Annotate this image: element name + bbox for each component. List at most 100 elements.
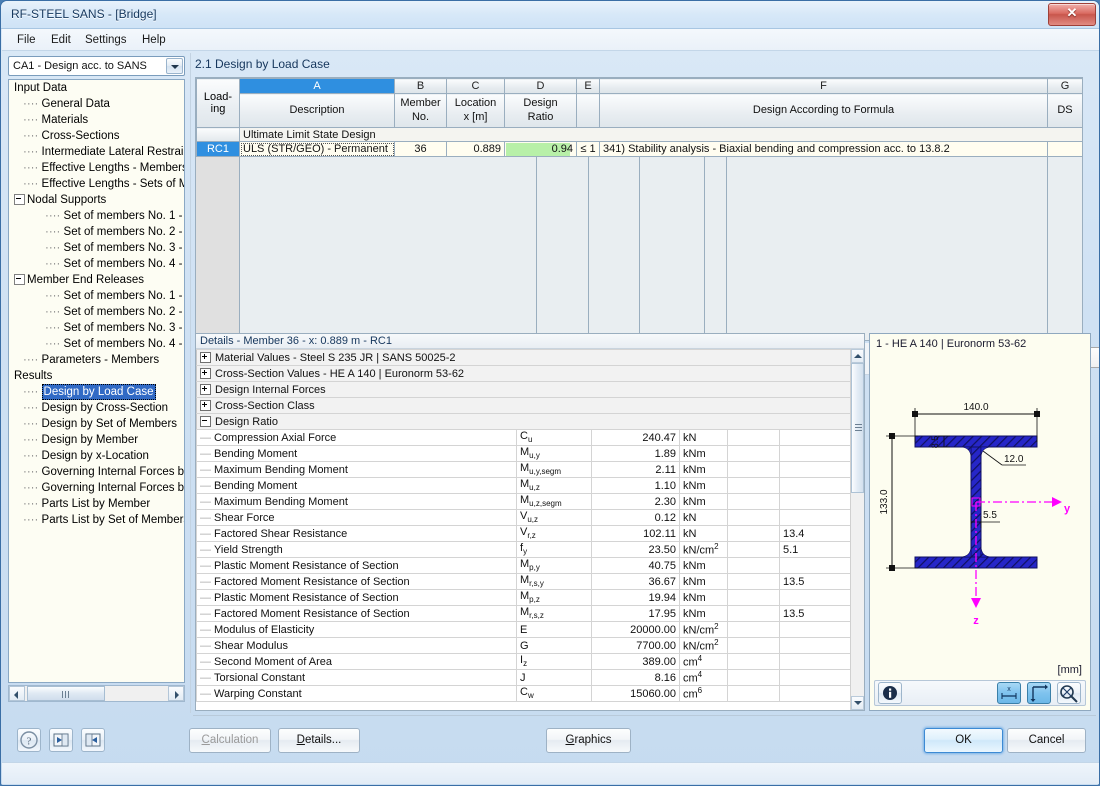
details-row[interactable]: — Plastic Moment Resistance of Section Mp,… bbox=[196, 589, 851, 606]
tree-item-effective-lengths-members[interactable]: ···· Effective Lengths - Members bbox=[9, 160, 184, 176]
row-member-no[interactable]: 36 bbox=[394, 141, 447, 157]
menu-edit[interactable]: Edit bbox=[44, 32, 78, 49]
ok-button[interactable]: OK bbox=[924, 728, 1003, 753]
show-dimensions-x-button[interactable]: x bbox=[997, 682, 1021, 704]
tree-item-set-of-members-no-1-upp[interactable]: ···· Set of members No. 1 - Upp bbox=[9, 288, 184, 304]
tree-item-parts-list-by-set-of-members[interactable]: ···· Parts List by Set of Members bbox=[9, 512, 184, 528]
scroll-right-arrow-icon[interactable] bbox=[168, 686, 184, 701]
row-check[interactable]: ≤ 1 bbox=[576, 141, 600, 157]
grid-corner-header[interactable]: Load- ing bbox=[196, 78, 240, 128]
tree-item-nodal-supports[interactable]: Nodal Supports bbox=[9, 192, 184, 208]
details-row[interactable]: — Maximum Bending Moment Mu,y,segm 2.11 kNm bbox=[196, 461, 851, 478]
tree-item-governing-internal-forces-by-s[interactable]: ···· Governing Internal Forces by S bbox=[9, 480, 184, 496]
help-button[interactable]: ? bbox=[17, 728, 41, 752]
column-letter-c[interactable]: C bbox=[446, 78, 505, 94]
details-row[interactable]: — Factored Shear Resistance Vr,z 102.11 kN 13… bbox=[196, 525, 851, 542]
details-row[interactable]: — Yield Strength fy 23.50 kN/cm2 5.1 bbox=[196, 541, 851, 558]
collapse-icon[interactable] bbox=[200, 416, 211, 428]
details-group-row[interactable]: Material Values - Steel S 235 JR | SANS … bbox=[196, 349, 851, 366]
details-group-row[interactable]: Cross-Section Class bbox=[196, 397, 851, 414]
details-row[interactable]: — Bending Moment Mu,y 1.89 kNm bbox=[196, 445, 851, 462]
details-group-cell[interactable]: Design Internal Forces bbox=[196, 381, 851, 398]
details-row[interactable]: — Warping Constant Cw 15060.00 cm6 bbox=[196, 685, 851, 702]
tree-item-set-of-members-no-3-upp[interactable]: ···· Set of members No. 3 - Upp bbox=[9, 240, 184, 256]
expand-icon[interactable] bbox=[200, 384, 211, 396]
menu-settings[interactable]: Settings bbox=[78, 32, 134, 49]
tree-item-governing-internal-forces-by-m[interactable]: ···· Governing Internal Forces by M bbox=[9, 464, 184, 480]
column-letter-f[interactable]: F bbox=[599, 78, 1048, 94]
section-info-button[interactable] bbox=[878, 682, 902, 704]
details-group-cell[interactable]: Cross-Section Class bbox=[196, 397, 851, 414]
details-row[interactable]: — Modulus of Elasticity E 20000.00 kN/cm2 bbox=[196, 621, 851, 638]
menu-help[interactable]: Help bbox=[135, 32, 173, 49]
table-row[interactable]: RC1 ULS (STR/GEO) - Permanent 36 0.889 0… bbox=[196, 141, 1083, 157]
row-ds[interactable] bbox=[1047, 141, 1083, 157]
collapse-icon[interactable] bbox=[14, 274, 25, 286]
expand-icon[interactable] bbox=[200, 352, 211, 364]
tree-item-design-by-member[interactable]: ···· Design by Member bbox=[9, 432, 184, 448]
details-row[interactable]: — Factored Moment Resistance of Section Mr… bbox=[196, 605, 851, 622]
tree-item-set-of-members-no-2-lov[interactable]: ···· Set of members No. 2 - Lov bbox=[9, 224, 184, 240]
vscroll-thumb[interactable] bbox=[851, 363, 864, 493]
tree-item-set-of-members-no-4-lov[interactable]: ···· Set of members No. 4 - Lov bbox=[9, 256, 184, 272]
details-group-cell[interactable]: Material Values - Steel S 235 JR | SANS … bbox=[196, 349, 851, 366]
details-row[interactable]: — Bending Moment Mu,z 1.10 kNm bbox=[196, 477, 851, 494]
details-row[interactable]: — Maximum Bending Moment Mu,z,segm 2.30 kNm bbox=[196, 493, 851, 510]
details-group-cell[interactable]: Design Ratio bbox=[196, 413, 851, 430]
tree-item-cross-sections[interactable]: ···· Cross-Sections bbox=[9, 128, 184, 144]
previous-view-button[interactable] bbox=[49, 728, 74, 752]
details-body[interactable]: Material Values - Steel S 235 JR | SANS … bbox=[196, 349, 864, 710]
tree-item-general-data[interactable]: ···· General Data bbox=[9, 96, 184, 112]
row-location[interactable]: 0.889 bbox=[446, 141, 505, 157]
expand-icon[interactable] bbox=[200, 400, 211, 412]
calculation-button[interactable]: Calculation bbox=[189, 728, 271, 753]
tree-item-design-by-cross-section[interactable]: ···· Design by Cross-Section bbox=[9, 400, 184, 416]
row-design-ratio[interactable]: 0.94 bbox=[504, 141, 577, 157]
tree-item-parts-list-by-member[interactable]: ···· Parts List by Member bbox=[9, 496, 184, 512]
tree-item-set-of-members-no-2-lov[interactable]: ···· Set of members No. 2 - Lov bbox=[9, 304, 184, 320]
tree-item-input-data[interactable]: Input Data bbox=[9, 80, 184, 96]
details-row[interactable]: — Factored Moment Resistance of Section Mr… bbox=[196, 573, 851, 590]
column-letter-b[interactable]: B bbox=[394, 78, 447, 94]
details-group-cell[interactable]: Cross-Section Values - HE A 140 | Eurono… bbox=[196, 365, 851, 382]
graphics-button[interactable]: Graphics bbox=[546, 728, 631, 753]
column-letter-g[interactable]: G bbox=[1047, 78, 1083, 94]
details-row[interactable]: — Shear Force Vu,z 0.12 kN bbox=[196, 509, 851, 526]
tree-item-effective-lengths-sets-of-mer[interactable]: ···· Effective Lengths - Sets of Mer bbox=[9, 176, 184, 192]
expand-icon[interactable] bbox=[200, 368, 211, 380]
details-row[interactable]: — Compression Axial Force Cu 240.47 kN bbox=[196, 429, 851, 446]
details-group-row[interactable]: Cross-Section Values - HE A 140 | Eurono… bbox=[196, 365, 851, 382]
tree-item-set-of-members-no-3-upp[interactable]: ···· Set of members No. 3 - Upp bbox=[9, 320, 184, 336]
close-button[interactable]: ✕ bbox=[1048, 3, 1096, 26]
tree-item-design-by-x-location[interactable]: ···· Design by x-Location bbox=[9, 448, 184, 464]
hscroll-thumb[interactable] bbox=[27, 686, 105, 701]
row-description[interactable]: ULS (STR/GEO) - Permanent bbox=[239, 141, 395, 157]
row-formula[interactable]: 341) Stability analysis - Biaxial bendin… bbox=[599, 141, 1048, 157]
scroll-down-arrow-icon[interactable] bbox=[851, 696, 864, 710]
collapse-icon[interactable] bbox=[14, 194, 25, 206]
navigator-tree[interactable]: Input Data ···· General Data ···· Material… bbox=[8, 79, 185, 683]
details-row[interactable]: — Shear Modulus G 7700.00 kN/cm2 bbox=[196, 637, 851, 654]
tree-item-set-of-members-no-4-lov[interactable]: ···· Set of members No. 4 - Lov bbox=[9, 336, 184, 352]
tree-item-intermediate-lateral-restraints[interactable]: ···· Intermediate Lateral Restraints bbox=[9, 144, 184, 160]
tree-item-design-by-set-of-members[interactable]: ···· Design by Set of Members bbox=[9, 416, 184, 432]
tree-item-parameters-members[interactable]: ···· Parameters - Members bbox=[9, 352, 184, 368]
scroll-up-arrow-icon[interactable] bbox=[851, 349, 864, 363]
design-case-combo[interactable]: CA1 - Design acc. to SANS bbox=[8, 56, 185, 76]
results-grid[interactable]: Load- ing A B C D E F G Description Memb… bbox=[195, 77, 1083, 341]
next-view-button[interactable] bbox=[81, 728, 106, 752]
tree-item-design-by-load-case[interactable]: ···· Design by Load Case bbox=[9, 384, 184, 400]
details-group-row[interactable]: Design Ratio bbox=[196, 413, 851, 430]
navigator-hscrollbar[interactable] bbox=[8, 685, 185, 702]
details-group-row[interactable]: Design Internal Forces bbox=[196, 381, 851, 398]
column-letter-e[interactable]: E bbox=[576, 78, 600, 94]
cancel-button[interactable]: Cancel bbox=[1007, 728, 1086, 753]
column-letter-a[interactable]: A bbox=[239, 78, 395, 94]
show-axes-button[interactable] bbox=[1027, 682, 1051, 704]
details-row[interactable]: — Plastic Moment Resistance of Section Mp,… bbox=[196, 557, 851, 574]
row-loading[interactable]: RC1 bbox=[196, 141, 240, 157]
column-letter-d[interactable]: D bbox=[504, 78, 577, 94]
zoom-reset-button[interactable] bbox=[1057, 682, 1081, 704]
tree-item-materials[interactable]: ···· Materials bbox=[9, 112, 184, 128]
details-row[interactable]: — Torsional Constant J 8.16 cm4 bbox=[196, 669, 851, 686]
